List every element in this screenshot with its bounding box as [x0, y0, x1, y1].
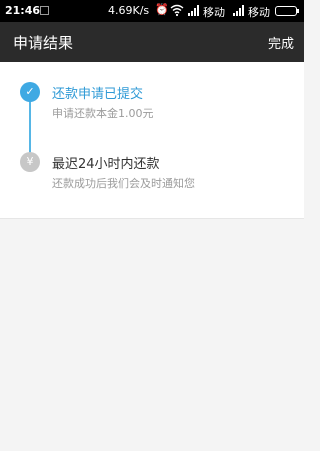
step-subtitle-notify: 还款成功后我们会及时通知您	[52, 177, 195, 190]
done-button[interactable]: 完成	[268, 33, 294, 52]
signal-icon	[188, 5, 199, 16]
network-speed: 4.69K/s	[108, 4, 150, 17]
carrier-label: 移动	[248, 6, 270, 19]
wifi-icon	[170, 4, 184, 17]
status-time: 21:46	[5, 4, 41, 17]
status-bar: 21:46 4.69K/s ⏰ 移动 移动	[0, 0, 304, 22]
step-title-repay: 最迟24小时内还款	[52, 157, 160, 172]
yen-icon: ¥	[20, 152, 40, 172]
page-title: 申请结果	[13, 34, 74, 52]
carrier-label: 移动	[203, 6, 225, 19]
step-title-submitted: 还款申请已提交	[52, 87, 144, 102]
alarm-icon: ⏰	[155, 3, 169, 16]
check-icon: ✓	[20, 82, 40, 102]
signal-icon	[233, 5, 244, 16]
progress-card: ✓ 还款申请已提交 申请还款本金1.00元 ¥ 最迟24小时内还款 还款成功后我…	[0, 62, 304, 219]
battery-icon	[275, 6, 299, 16]
notification-icon	[40, 6, 49, 15]
step-subtitle-amount: 申请还款本金1.00元	[52, 107, 154, 120]
title-bar: 申请结果 完成	[0, 22, 304, 62]
